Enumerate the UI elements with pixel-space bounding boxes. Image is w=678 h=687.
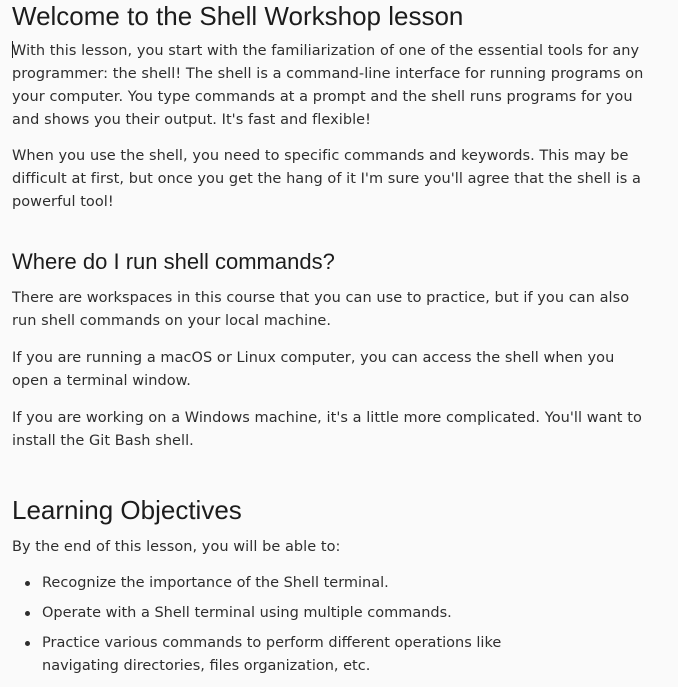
objectives-heading: Learning Objectives (12, 495, 242, 525)
objectives-lead: By the end of this lesson, you will be a… (12, 539, 341, 555)
where-paragraph-2: If you are running a macOS or Linux comp… (12, 350, 615, 389)
list-item: Recognize the importance of the Shell te… (25, 572, 652, 595)
intro-paragraph-1-text: With this lesson, you start with the fam… (12, 43, 644, 128)
intro-paragraph-2: When you use the shell, you need to spec… (12, 148, 641, 210)
bullet-icon (25, 581, 30, 586)
intro-paragraph-1: With this lesson, you start with the fam… (12, 40, 652, 132)
list-item: Practice various commands to perform dif… (25, 632, 652, 678)
where-heading: Where do I run shell commands? (12, 249, 335, 274)
page-title: Welcome to the Shell Workshop lesson (12, 1, 464, 31)
where-paragraph-1: There are workspaces in this course that… (12, 290, 630, 329)
bullet-icon (25, 611, 30, 616)
bullet-icon (25, 641, 30, 646)
list-item: Operate with a Shell terminal using mult… (25, 602, 652, 625)
objectives-list: Recognize the importance of the Shell te… (12, 572, 652, 685)
where-paragraph-3: If you are working on a Windows machine,… (12, 410, 642, 449)
